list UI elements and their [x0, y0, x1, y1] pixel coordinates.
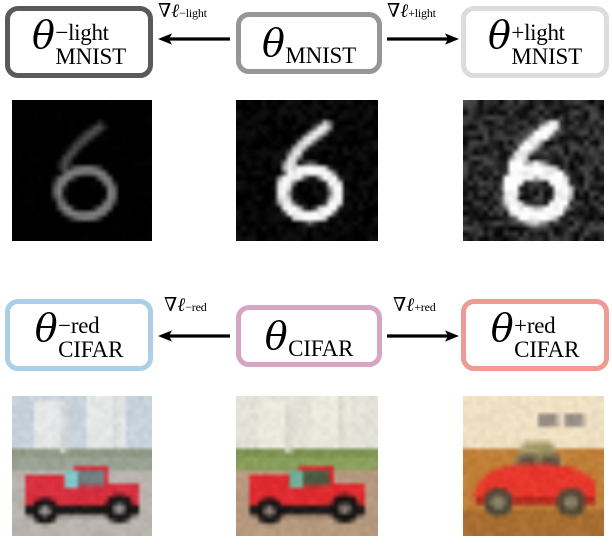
- sample-image-mnist-base: [236, 100, 378, 241]
- sample-image-mnist-pos: [463, 100, 604, 241]
- mnist-digit-canvas: [12, 100, 152, 241]
- mnist-digit-canvas: [463, 100, 604, 241]
- ell-symbol: ℓ: [171, 0, 180, 22]
- nabla-icon: ∇: [393, 294, 407, 316]
- gradient-label-cifar-pos: ∇ℓ+red: [393, 296, 436, 315]
- cifar-image-canvas: [12, 396, 152, 536]
- subscript-text: MNIST: [285, 43, 356, 68]
- gradient-label-mnist-neg: ∇ℓ−light: [158, 2, 207, 21]
- gradient-arrow-cifar-neg: ∇ℓ−red: [156, 296, 234, 346]
- mnist-digit-canvas: [236, 100, 378, 241]
- theta-symbol: θ: [264, 314, 288, 358]
- theta-symbol: θ: [32, 13, 55, 58]
- ell-symbol: ℓ: [400, 0, 409, 22]
- gradient-suffix: +red: [414, 300, 436, 314]
- subscript-text: MNIST: [511, 43, 582, 69]
- gradient-label-mnist-pos: ∇ℓ+light: [387, 2, 436, 21]
- sample-image-mnist-neg: [12, 100, 152, 241]
- gradient-suffix: −light: [179, 6, 207, 20]
- sample-image-cifar-pos: [463, 396, 604, 536]
- cifar-image-canvas: [463, 396, 604, 536]
- nabla-icon: ∇: [158, 0, 172, 22]
- param-label-cifar-neg: θ −red CIFAR: [34, 306, 124, 362]
- sample-image-cifar-base: [236, 396, 378, 536]
- subscript-text: CIFAR: [514, 336, 580, 362]
- ell-symbol: ℓ: [406, 294, 415, 316]
- param-label-mnist-pos: θ +light MNIST: [488, 16, 582, 68]
- gradient-arrow-mnist-neg: ∇ℓ−light: [156, 2, 234, 52]
- param-box-mnist-base: θMNIST: [236, 12, 382, 74]
- gradient-label-cifar-neg: ∇ℓ−red: [164, 296, 207, 315]
- sample-image-cifar-neg: [12, 396, 152, 536]
- theta-symbol: θ: [262, 21, 285, 65]
- param-label-mnist-base: θMNIST: [262, 21, 356, 67]
- gradient-arrow-mnist-pos: ∇ℓ+light: [385, 2, 463, 52]
- superscript-text: +light: [511, 19, 565, 45]
- ell-symbol: ℓ: [177, 294, 186, 316]
- param-box-cifar-base: θCIFAR: [236, 305, 382, 367]
- cifar-image-canvas: [236, 396, 378, 536]
- gradient-arrow-cifar-pos: ∇ℓ+red: [385, 296, 463, 346]
- superscript-text: −red: [58, 312, 100, 338]
- subscript-text: MNIST: [55, 43, 126, 69]
- subscript-text: CIFAR: [288, 336, 354, 361]
- param-box-cifar-neg: θ −red CIFAR: [5, 299, 153, 371]
- theta-symbol: θ: [488, 13, 511, 58]
- nabla-icon: ∇: [387, 0, 401, 22]
- subscript-text: CIFAR: [58, 336, 124, 362]
- theta-symbol: θ: [34, 306, 58, 351]
- gradient-suffix: −red: [185, 300, 207, 314]
- arrow-left-icon: [158, 330, 230, 342]
- arrow-left-icon: [158, 33, 230, 45]
- perturbation-figure: θ −light MNIST θMNIST θ +light MNIST ∇ℓ−ligh…: [0, 0, 612, 546]
- superscript-text: −light: [55, 19, 109, 45]
- param-box-mnist-pos: θ +light MNIST: [461, 6, 609, 78]
- param-label-cifar-pos: θ +red CIFAR: [490, 306, 580, 362]
- theta-symbol: θ: [490, 306, 514, 351]
- nabla-icon: ∇: [164, 294, 178, 316]
- param-label-cifar-base: θCIFAR: [264, 314, 354, 360]
- param-label-mnist-neg: θ −light MNIST: [32, 16, 126, 68]
- gradient-suffix: +light: [408, 6, 436, 20]
- arrow-right-icon: [387, 33, 459, 45]
- param-box-mnist-neg: θ −light MNIST: [5, 6, 153, 78]
- arrow-right-icon: [387, 330, 459, 342]
- param-box-cifar-pos: θ +red CIFAR: [461, 299, 609, 371]
- superscript-text: +red: [514, 312, 556, 338]
